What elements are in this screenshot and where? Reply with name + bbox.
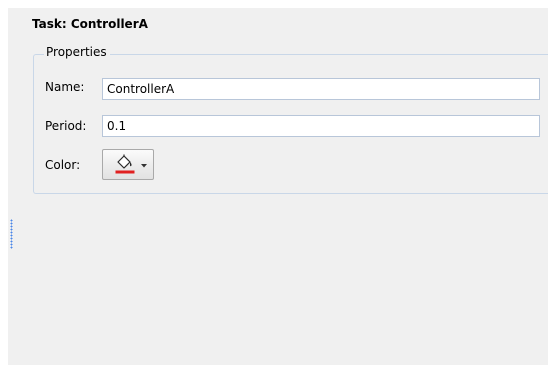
chevron-down-icon [141,164,147,168]
color-picker-button[interactable] [102,149,154,180]
properties-group-legend: Properties [44,45,110,59]
name-label: Name: [45,80,85,94]
page-title: Task: ControllerA [32,17,148,31]
paint-bucket-icon [115,154,135,174]
color-label: Color: [45,158,81,172]
period-field[interactable] [102,115,540,137]
period-label: Period: [45,119,87,133]
name-field[interactable] [102,78,540,100]
drag-handle[interactable] [10,219,13,249]
color-swatch [115,170,135,174]
